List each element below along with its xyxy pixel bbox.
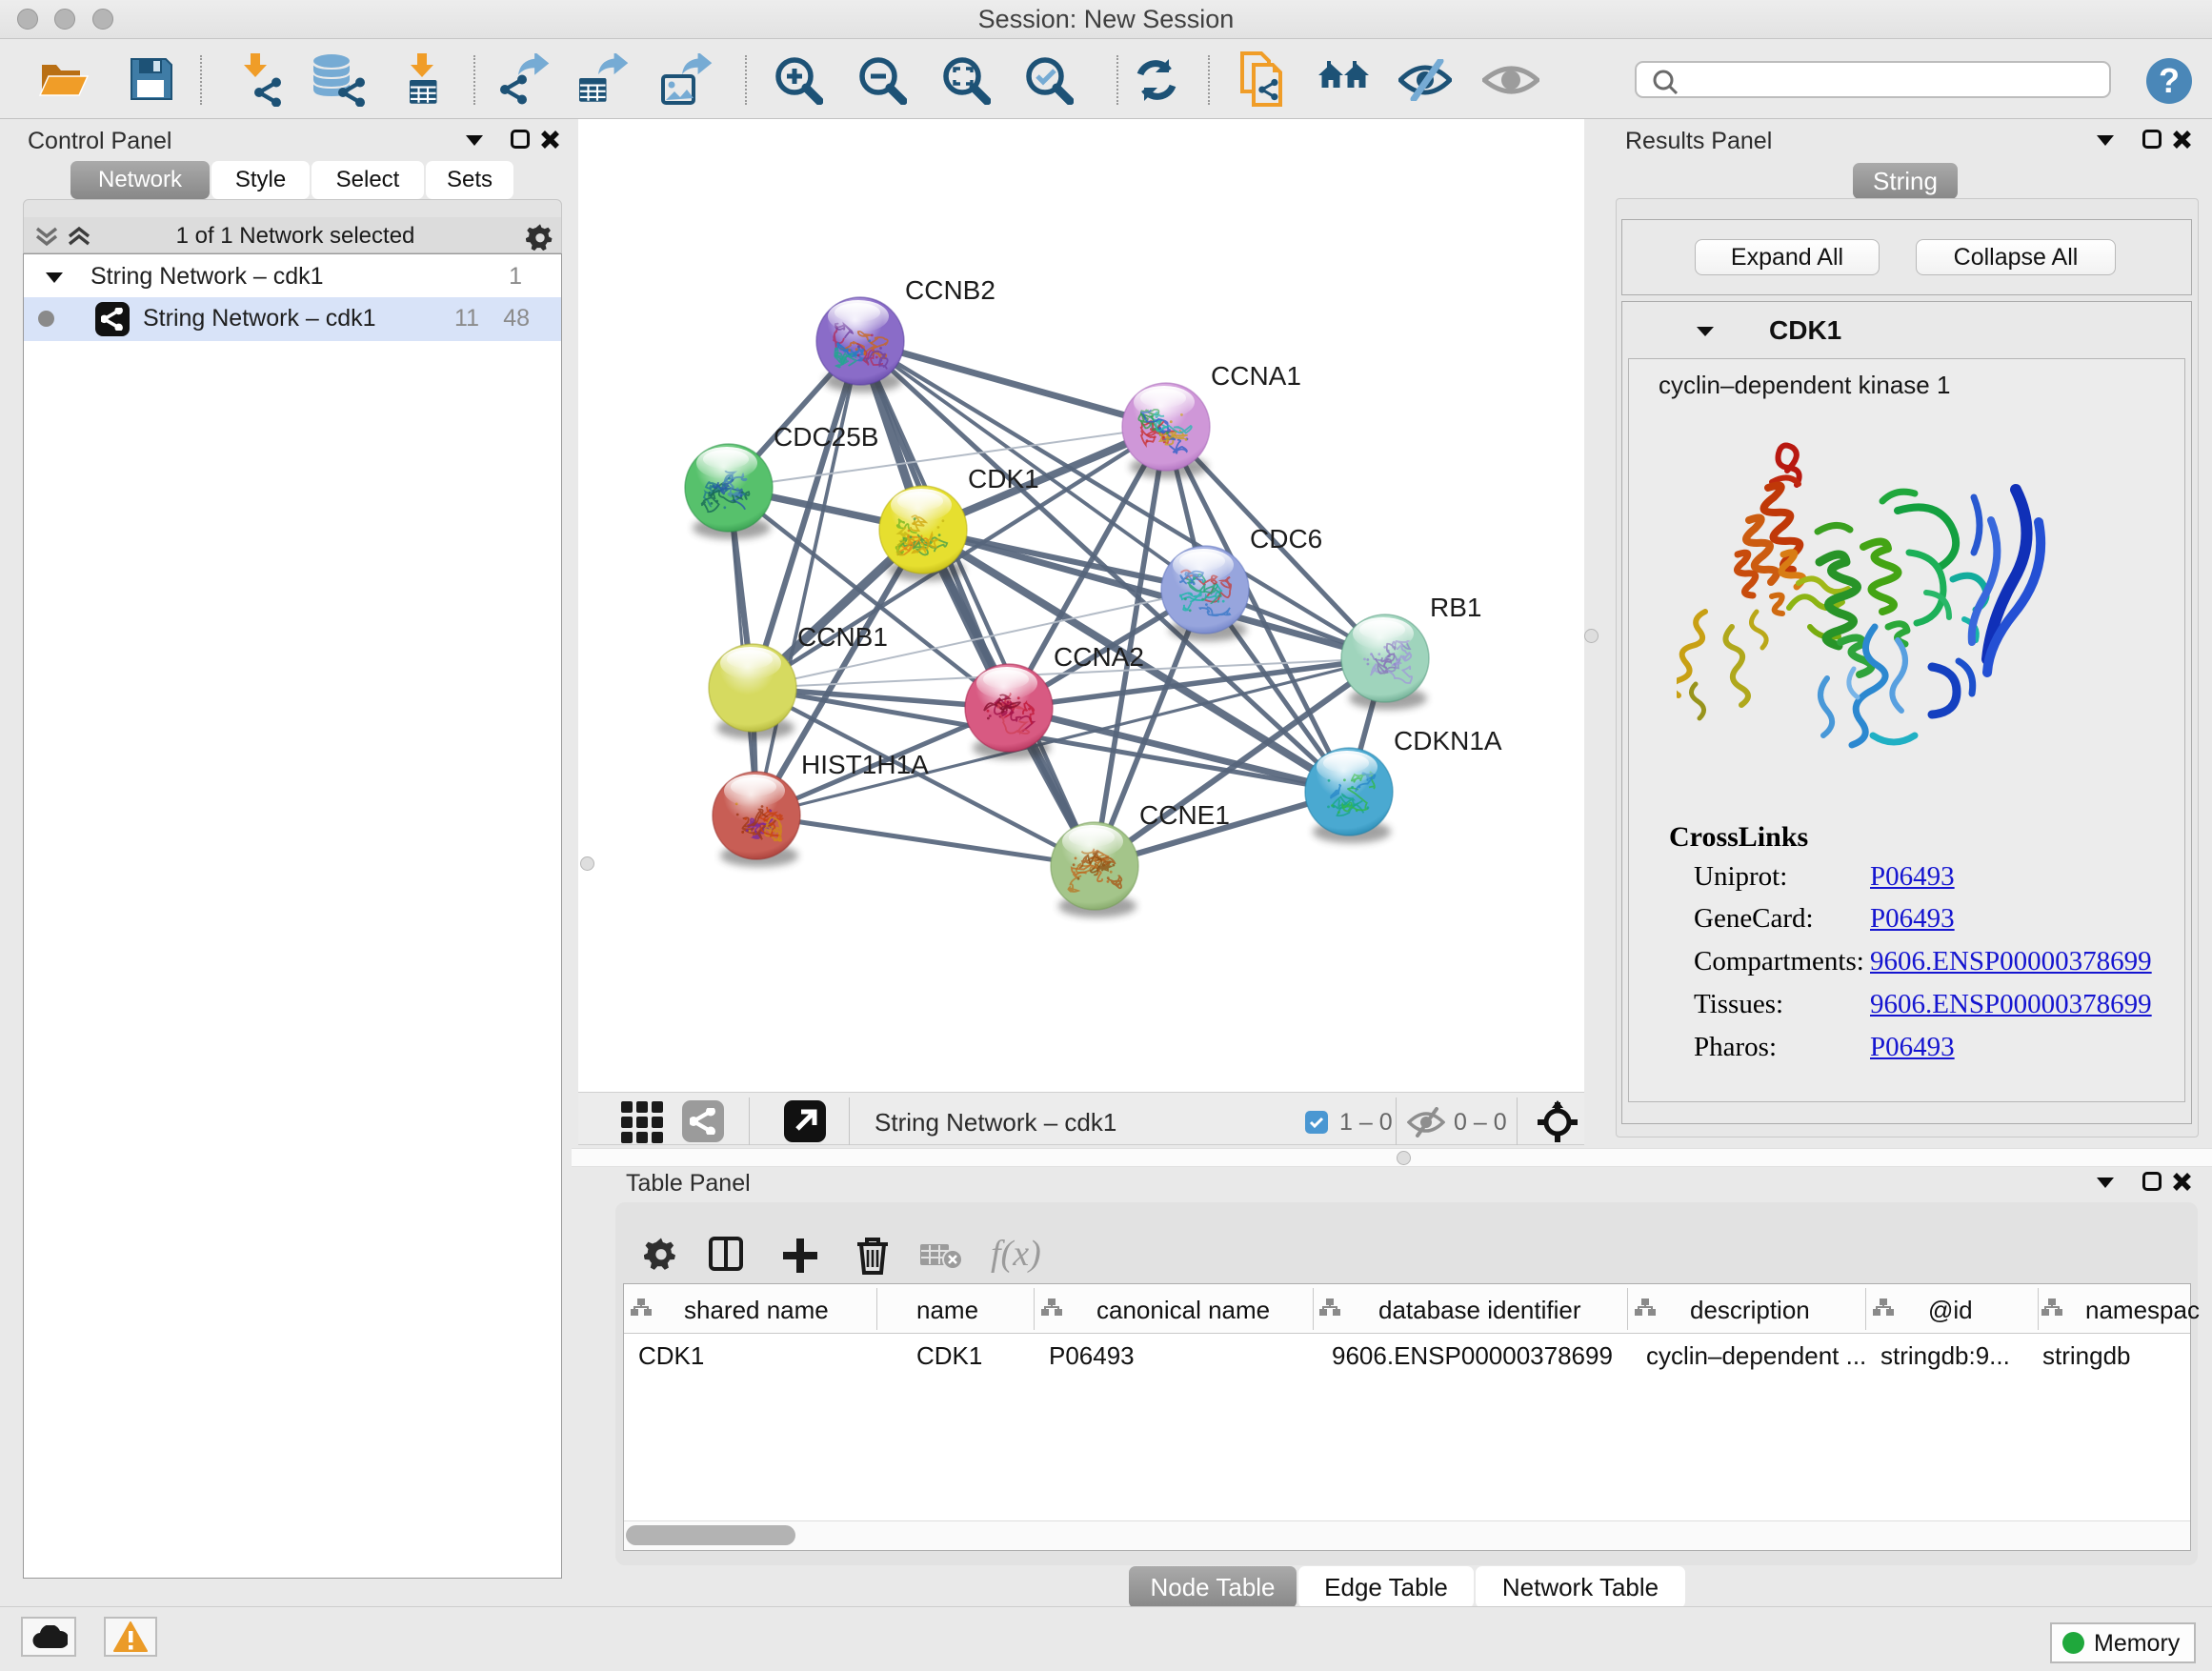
svg-text:HIST1H1A: HIST1H1A (801, 750, 929, 779)
svg-text:CDKN1A: CDKN1A (1394, 726, 1502, 755)
svg-text:CCNB2: CCNB2 (905, 275, 995, 305)
svg-text:RB1: RB1 (1430, 593, 1481, 622)
svg-text:CCNE1: CCNE1 (1139, 800, 1230, 830)
svg-text:CDC25B: CDC25B (774, 422, 878, 452)
svg-text:CCNA1: CCNA1 (1211, 361, 1301, 391)
svg-text:CCNB1: CCNB1 (797, 622, 888, 652)
svg-text:CDK1: CDK1 (968, 464, 1039, 493)
svg-text:CCNA2: CCNA2 (1054, 642, 1144, 672)
svg-text:CDC6: CDC6 (1250, 524, 1322, 554)
